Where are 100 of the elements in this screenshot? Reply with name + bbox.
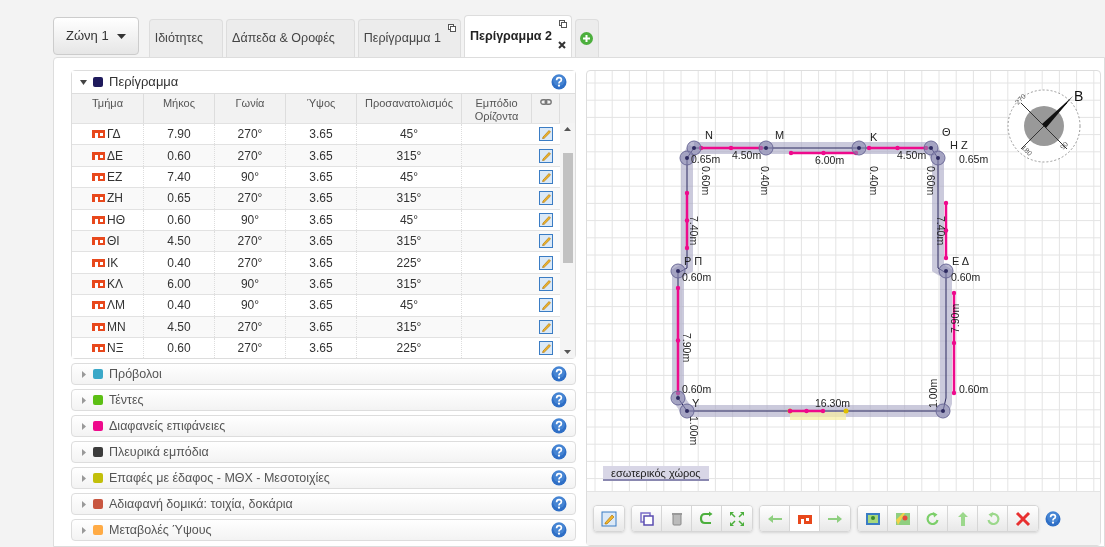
tab[interactable]: Περίγραμμα 2	[463, 15, 572, 57]
caret-icon	[80, 396, 87, 404]
copy-button[interactable]	[632, 506, 662, 531]
button-group[interactable]	[631, 505, 753, 532]
compass-label: Β	[1074, 88, 1084, 104]
scrollbar[interactable]	[560, 123, 575, 359]
dimension-label: 0.65m	[959, 153, 989, 165]
edit-icon[interactable]	[539, 341, 553, 356]
fit-to-screen-button[interactable]	[722, 506, 752, 531]
table-cell-text: 90°	[240, 297, 260, 315]
edit-icon[interactable]	[539, 148, 553, 163]
section-header[interactable]: Πλευρικά εμπόδια	[71, 440, 576, 464]
dimension-label: 0.60m	[682, 271, 712, 283]
table-cell-text: 4.50	[167, 318, 191, 336]
section-header[interactable]: Μεταβολές Ύψους	[71, 518, 576, 542]
table-cell-text: ΓΔ	[107, 126, 121, 144]
table-cell-text: 3.65	[309, 275, 333, 293]
edit-icon[interactable]	[539, 212, 553, 227]
dimension-label: 4.50m	[732, 149, 762, 161]
wall-icon	[92, 172, 105, 181]
table-cell-text: 270°	[237, 147, 263, 165]
help-icon[interactable]	[551, 74, 567, 90]
table-cell-text: 0.60	[167, 147, 191, 165]
trash-button[interactable]	[662, 506, 692, 531]
edit-icon[interactable]	[539, 255, 553, 270]
help-icon[interactable]	[551, 470, 567, 487]
help-icon[interactable]	[551, 444, 567, 461]
redo-icon	[698, 510, 715, 527]
table-cell-text: 3.65	[309, 297, 333, 315]
table-cell-text: 270°	[237, 254, 263, 272]
scroll-up-icon[interactable]	[564, 127, 571, 131]
edit-icon[interactable]	[539, 169, 553, 184]
zone-dropdown[interactable]: Ζώνη 1	[53, 17, 139, 55]
redo-button[interactable]	[692, 506, 722, 531]
tab[interactable]: Περίγραμμα 1	[357, 19, 461, 57]
picture-icon	[864, 510, 881, 527]
table-cell-text: 315°	[396, 190, 422, 208]
wall-icon	[92, 151, 105, 160]
edit-icon[interactable]	[539, 276, 553, 291]
section-header[interactable]: Τέντες	[71, 388, 576, 412]
map-icon	[894, 510, 911, 527]
button-group[interactable]	[857, 505, 1039, 532]
caret-icon	[80, 448, 87, 456]
table-cell-text: 315°	[396, 147, 422, 165]
copy-icon[interactable]	[558, 20, 567, 28]
dimension-label: 4.50m	[897, 149, 927, 161]
help-icon[interactable]	[551, 522, 567, 539]
edit-button[interactable]	[594, 506, 624, 531]
wall-icon	[92, 258, 105, 267]
section-header[interactable]: Αδιαφανή δομικά: τοιχία, δοκάρια	[71, 492, 576, 516]
help-icon[interactable]	[1045, 510, 1061, 527]
edit-icon[interactable]	[539, 191, 553, 206]
help-icon[interactable]	[551, 366, 567, 383]
section-header[interactable]: Πρόβολοι	[71, 362, 576, 386]
vertex-label: Ρ Π	[684, 255, 703, 267]
dimension-label: 1.00m	[688, 416, 700, 446]
table-cell-text: 315°	[396, 275, 422, 293]
copy-icon[interactable]	[447, 24, 456, 32]
vertex-label: Υ	[692, 397, 700, 409]
table-cell-text: 45°	[399, 211, 419, 229]
table-cell-text: ΔΕ	[107, 147, 124, 165]
scroll-thumb[interactable]	[563, 153, 573, 263]
delete-button[interactable]	[1008, 506, 1038, 531]
dimension-label: 0.60m	[700, 166, 712, 196]
map-button[interactable]	[888, 506, 918, 531]
tab[interactable]: Ιδιότητες	[148, 19, 224, 57]
button-group[interactable]	[759, 505, 851, 532]
section-header[interactable]: Διαφανείς επιφάνειες	[71, 414, 576, 438]
edit-icon[interactable]	[539, 298, 553, 313]
table-cell-text: ΛΜ	[107, 297, 125, 315]
table-cell-text: 315°	[396, 233, 422, 251]
caret-icon	[80, 78, 87, 86]
space-label[interactable]: εσωτερικός χώρος	[603, 466, 709, 481]
close-icon[interactable]	[557, 41, 566, 49]
section-header[interactable]: Επαφές με έδαφος - ΜΘΧ - Μεσοτοιχίες	[71, 466, 576, 490]
table-cell-text: 270°	[237, 126, 263, 144]
help-icon[interactable]	[551, 496, 567, 513]
dimension-label: 0.60m	[951, 271, 981, 283]
table-cell-text: 6.00	[167, 275, 191, 293]
table-cell-text: 3.65	[309, 168, 333, 186]
edit-icon[interactable]	[539, 234, 553, 249]
table-cell-text: 315°	[396, 318, 422, 336]
help-icon[interactable]	[551, 418, 567, 435]
section-header[interactable]: Περίγραμμα	[72, 71, 575, 93]
tab[interactable]: Δάπεδα & Οροφές	[226, 19, 355, 57]
table-cell-text: ΝΞ	[107, 340, 124, 358]
dimension-label: 7.90m	[949, 303, 961, 333]
dimension-label: 7.40m	[935, 216, 947, 246]
add-tab-button[interactable]	[574, 19, 599, 57]
edit-icon[interactable]	[539, 319, 553, 334]
table-cell-text: 0.60	[167, 340, 191, 358]
help-icon[interactable]	[551, 392, 567, 409]
scroll-down-icon[interactable]	[564, 350, 571, 355]
wall-button[interactable]	[790, 506, 820, 531]
edit-icon[interactable]	[539, 127, 553, 142]
picture-button[interactable]	[858, 506, 888, 531]
table-cell-text: 0.65	[167, 190, 191, 208]
table-cell-text: 45°	[399, 168, 419, 186]
caret-icon	[116, 33, 126, 39]
table-cell-text: 3.65	[309, 254, 333, 272]
